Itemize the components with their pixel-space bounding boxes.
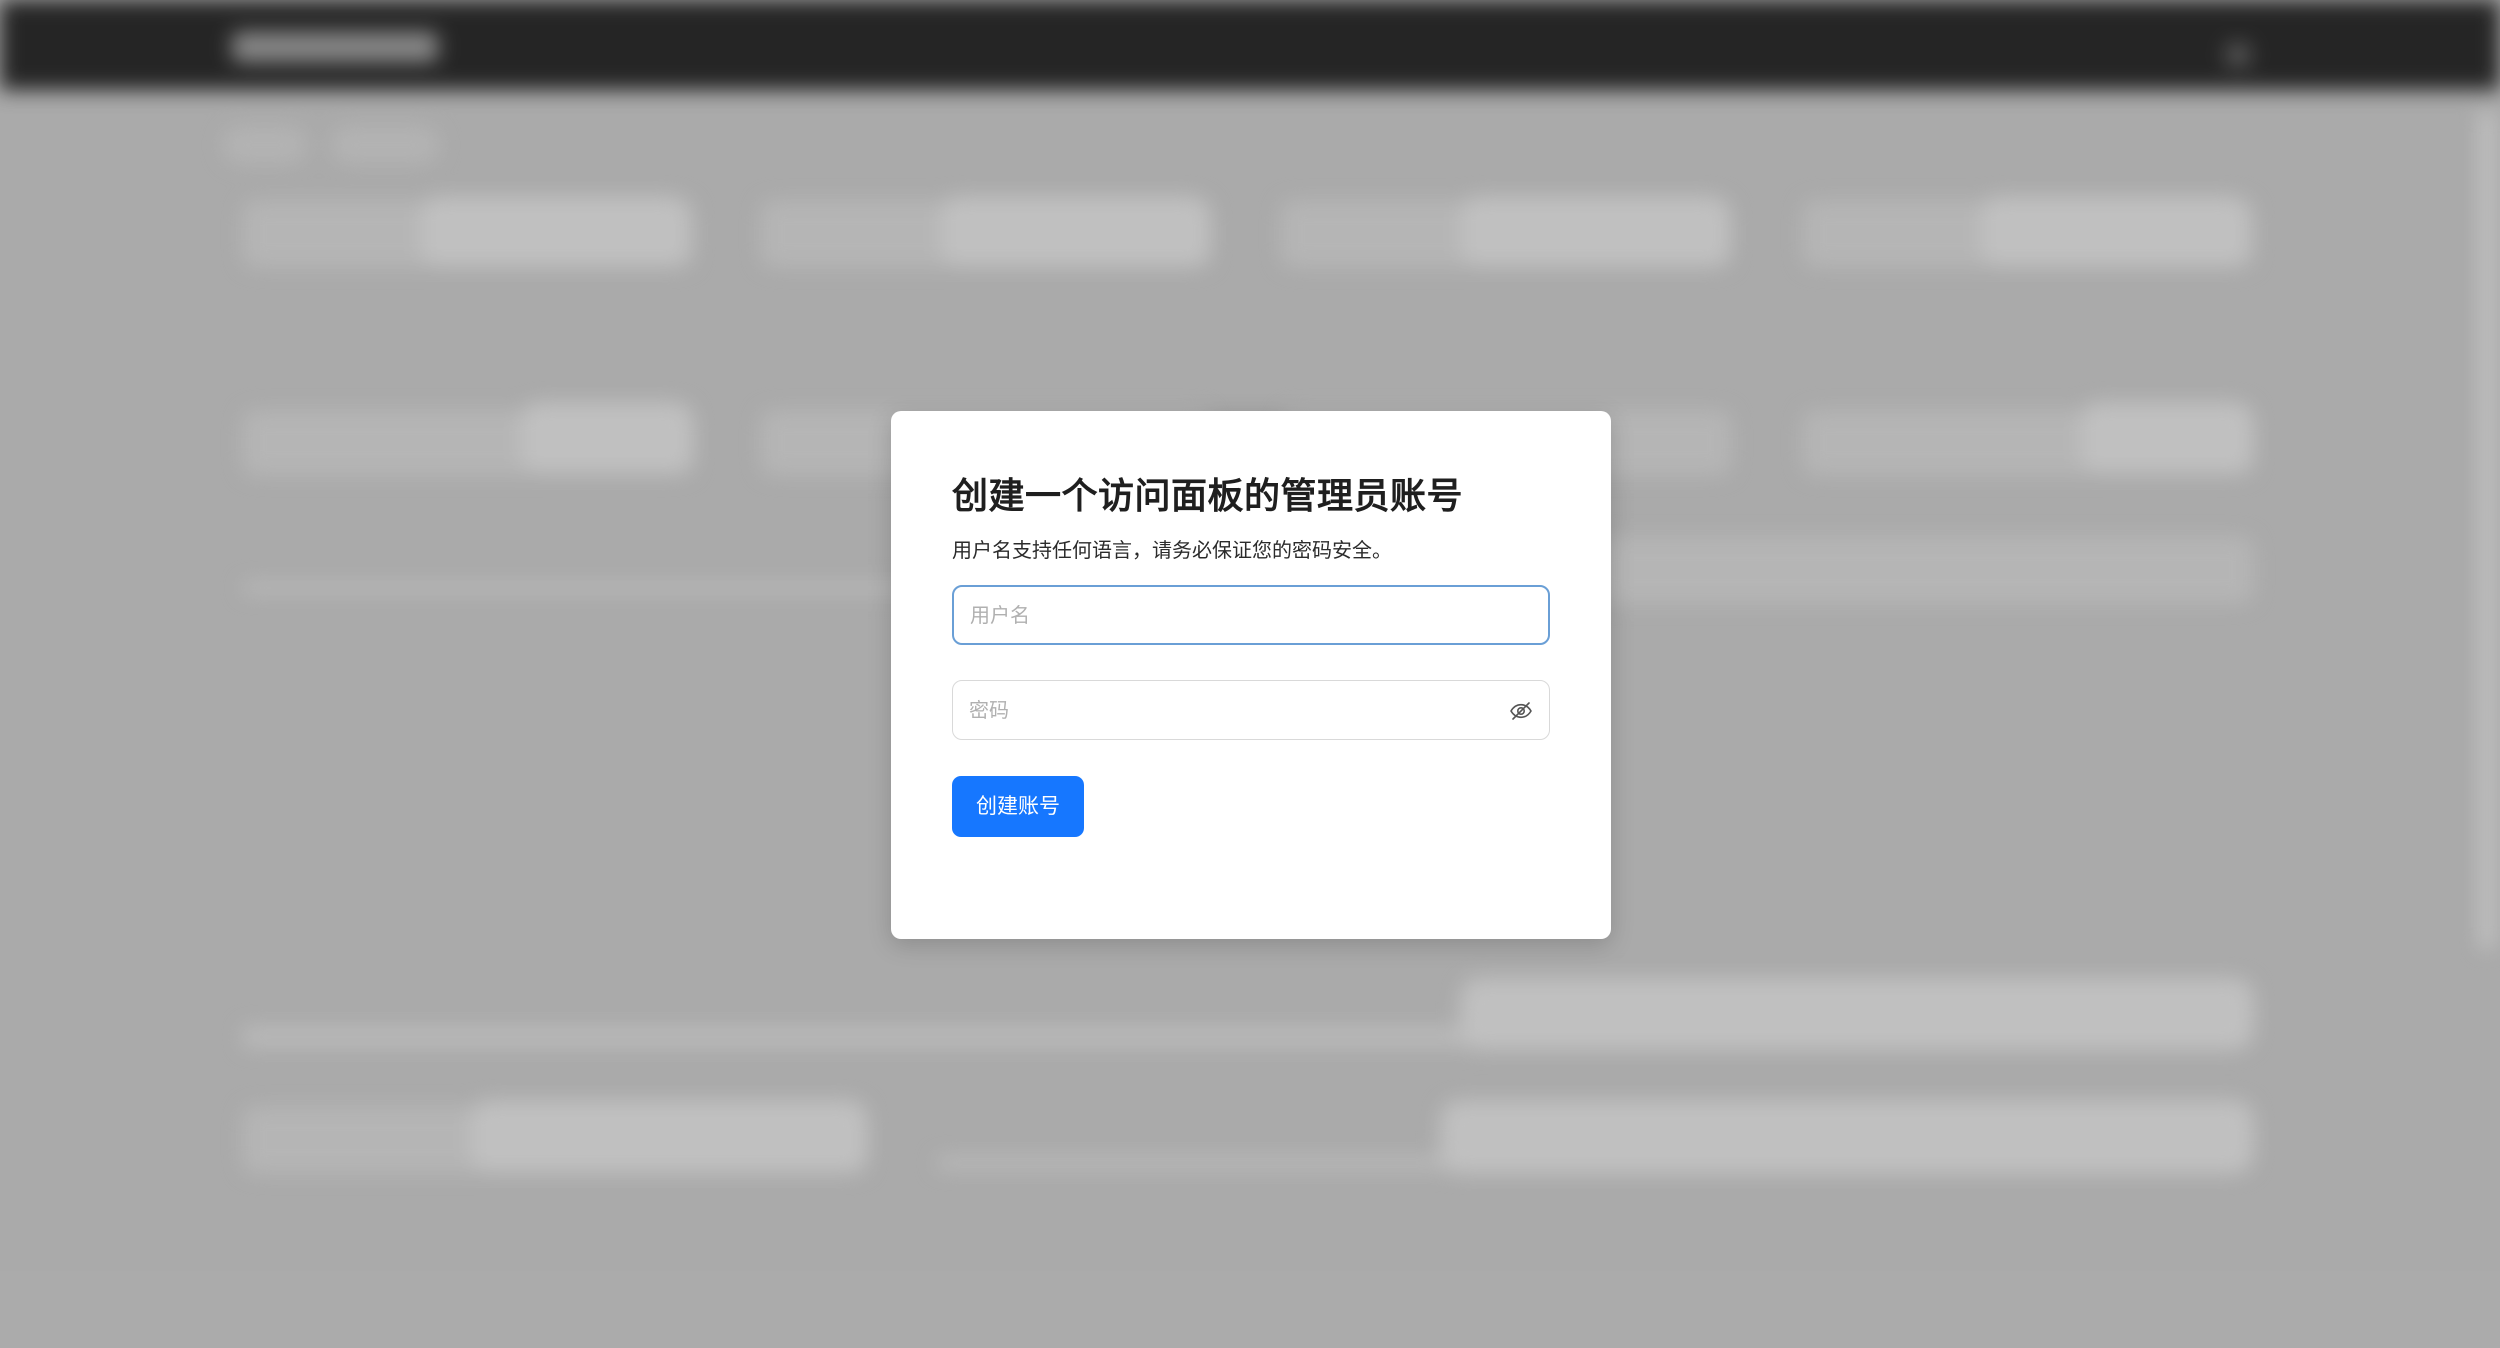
app-viewport: 创建一个访问面板的管理员账号 用户名支持任何语言，请务必保证您的密码安全。 创建…	[0, 0, 2500, 1348]
username-field[interactable]	[952, 585, 1550, 645]
password-field[interactable]	[952, 680, 1550, 740]
username-input[interactable]	[970, 587, 1510, 643]
create-admin-dialog: 创建一个访问面板的管理员账号 用户名支持任何语言，请务必保证您的密码安全。 创建…	[891, 411, 1611, 939]
dialog-subtitle: 用户名支持任何语言，请务必保证您的密码安全。	[952, 538, 1392, 562]
create-account-button[interactable]: 创建账号	[952, 776, 1084, 837]
eye-slash-icon[interactable]	[1509, 699, 1533, 723]
dialog-title: 创建一个访问面板的管理员账号	[952, 476, 1464, 517]
password-input[interactable]	[969, 681, 1509, 739]
